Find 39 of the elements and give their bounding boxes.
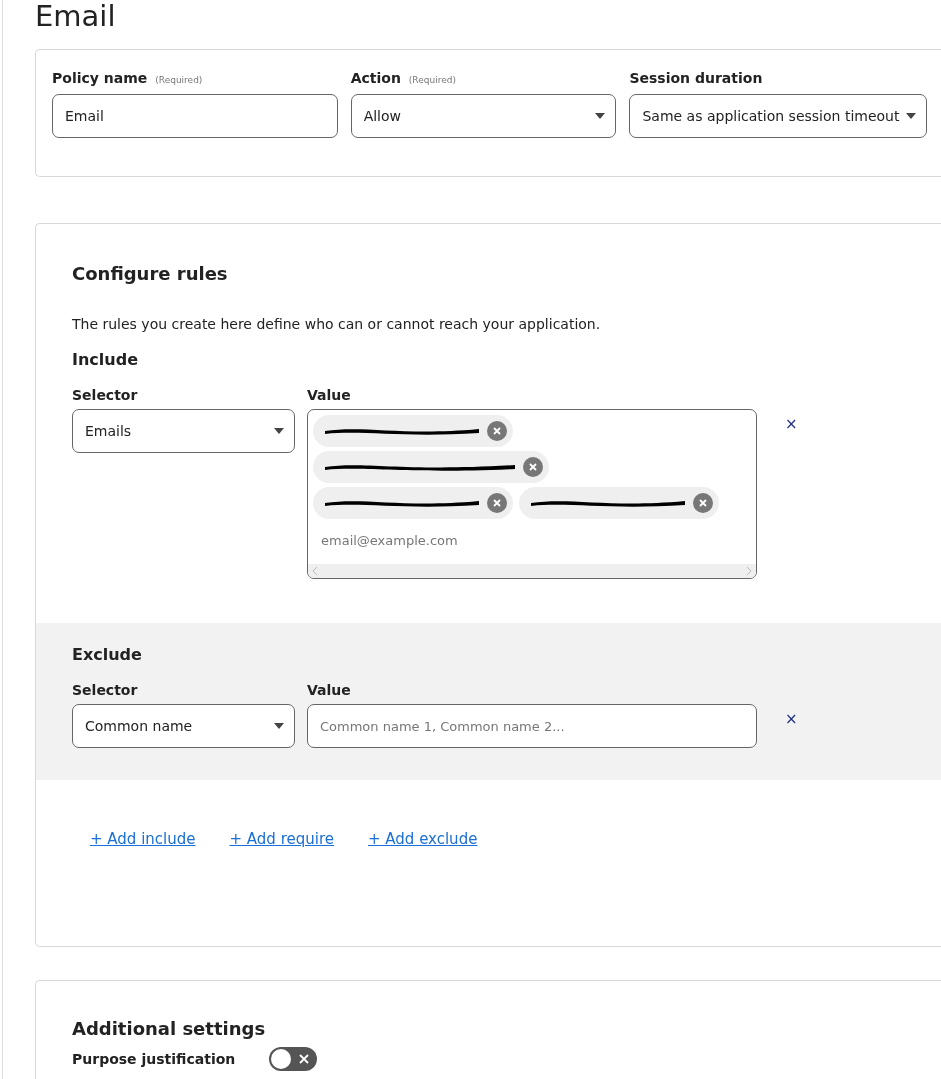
remove-chip-icon[interactable] bbox=[523, 457, 543, 477]
dropdown-caret-icon bbox=[906, 113, 916, 119]
email-placeholder: email@example.com bbox=[321, 533, 459, 548]
remove-chip-icon[interactable] bbox=[487, 493, 507, 513]
toggle-switch[interactable] bbox=[269, 1047, 318, 1071]
description-text: The rules you create here define who can or cannot reach your application. bbox=[72, 316, 602, 332]
group-title: Exclude bbox=[72, 645, 143, 664]
value-label: Value bbox=[307, 387, 352, 403]
policy-name-input[interactable]: Email bbox=[52, 94, 338, 138]
remove-chip-icon[interactable] bbox=[487, 421, 507, 441]
group-title: Include bbox=[72, 350, 139, 369]
required-hint: (Required) bbox=[155, 75, 203, 85]
value-input[interactable]: Common name 1, Common name 2... bbox=[307, 704, 757, 748]
remove-chip-icon[interactable] bbox=[693, 493, 713, 513]
required-hint: (Required) bbox=[408, 75, 456, 85]
selector-dropdown[interactable]: Common name bbox=[72, 704, 295, 748]
field-label: Action bbox=[350, 70, 401, 86]
field-label: Session duration bbox=[629, 70, 763, 86]
setting-label: Purpose justification bbox=[72, 1051, 236, 1067]
selector-label: Selector bbox=[72, 387, 139, 403]
add-rule-link[interactable]: + Add include bbox=[90, 830, 196, 848]
selector-label: Selector bbox=[72, 682, 139, 698]
select-dropdown[interactable]: Same as application session timeout bbox=[629, 94, 927, 138]
section-title: Configure rules bbox=[72, 262, 229, 286]
email-value-field[interactable]: email@example.com bbox=[307, 409, 757, 579]
remove-rule-button[interactable]: × bbox=[775, 415, 808, 433]
select-dropdown[interactable]: Allow bbox=[350, 94, 617, 138]
dropdown-caret-icon bbox=[274, 428, 284, 434]
section-title: Additional settings bbox=[72, 1017, 267, 1041]
add-rule-link[interactable]: + Add require bbox=[229, 830, 334, 848]
dropdown-caret-icon bbox=[595, 113, 606, 119]
selector-dropdown[interactable]: Emails bbox=[72, 409, 295, 453]
value-label: Value bbox=[307, 682, 352, 698]
page-title: Email bbox=[35, 0, 117, 32]
field-label: Policy name bbox=[52, 70, 148, 86]
dropdown-caret-icon bbox=[274, 723, 284, 729]
x-mark-icon bbox=[299, 1054, 310, 1064]
remove-rule-button[interactable]: × bbox=[775, 710, 808, 728]
add-rule-link[interactable]: + Add exclude bbox=[368, 830, 478, 848]
